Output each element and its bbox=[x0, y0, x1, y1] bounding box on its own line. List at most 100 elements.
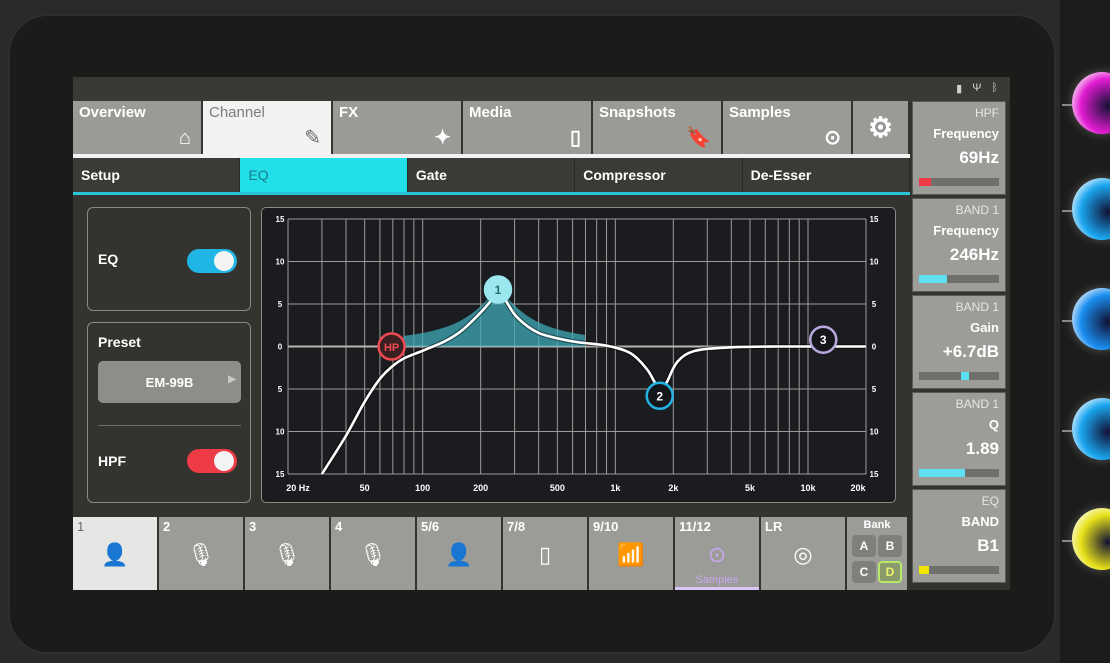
tab-media[interactable]: Media ▯ bbox=[463, 101, 591, 154]
tab-label: Media bbox=[469, 104, 512, 121]
pencil-icon: ✎ bbox=[304, 127, 321, 149]
param-bar-fill bbox=[960, 372, 969, 380]
bank-button-b[interactable]: B bbox=[878, 535, 902, 557]
param-bar bbox=[919, 372, 999, 380]
channel-button[interactable]: 3 🎙 bbox=[245, 517, 329, 590]
subtab-accent-line bbox=[73, 192, 910, 195]
param-name: Gain bbox=[970, 320, 999, 335]
y-tick-label: 5 bbox=[872, 300, 877, 309]
bank-selector: Bank A B C D bbox=[847, 517, 907, 590]
tab-label: Samples bbox=[729, 104, 791, 121]
eq-graph[interactable]: 15 15 10 10 5 5 0 0 5 5 10 10 15 15 20 Hz 50 100 200 500 1k… bbox=[261, 207, 896, 503]
param-name: Q bbox=[988, 417, 999, 432]
channel-button[interactable]: 4 🎙 bbox=[331, 517, 415, 590]
tab-label: Snapshots bbox=[599, 104, 676, 121]
param-bar bbox=[919, 275, 999, 283]
y-tick-label: 15 bbox=[870, 470, 879, 479]
samples-icon: ⊙ bbox=[707, 542, 727, 567]
marker-label: 2 bbox=[656, 389, 663, 403]
settings-button[interactable]: ⚙ bbox=[853, 101, 908, 154]
subtab-compressor[interactable]: Compressor bbox=[575, 158, 743, 192]
preset-label: Preset bbox=[98, 334, 141, 350]
param-card[interactable]: BAND 1 Gain +6.7dB bbox=[912, 295, 1006, 389]
eq-label: EQ bbox=[98, 251, 119, 267]
tab-channel[interactable]: Channel ✎ bbox=[203, 101, 331, 154]
bank-button-d[interactable]: D bbox=[878, 561, 902, 583]
x-tick-label: 50 bbox=[360, 483, 370, 493]
channel-number: 4 bbox=[335, 519, 343, 534]
usb-icon: Ψ bbox=[972, 82, 982, 94]
subtab-label: EQ bbox=[248, 167, 269, 183]
param-value: +6.7dB bbox=[942, 342, 999, 361]
param-bar-fill bbox=[919, 275, 947, 283]
y-tick-label: 15 bbox=[276, 215, 285, 224]
toggle-thumb bbox=[214, 451, 234, 471]
channel-number: 1 bbox=[77, 519, 85, 534]
channel-button[interactable]: 7/8 ▯ bbox=[503, 517, 587, 590]
channel-button[interactable]: 5/6 👤 bbox=[417, 517, 501, 590]
param-card[interactable]: HPF Frequency 69Hz bbox=[912, 101, 1006, 195]
y-tick-label: 5 bbox=[872, 385, 877, 394]
channel-button[interactable]: LR ◎ bbox=[761, 517, 845, 590]
subtab-label: Gate bbox=[415, 167, 447, 183]
phone-icon: ▯ bbox=[538, 542, 552, 567]
tab-overview[interactable]: Overview ⌂ bbox=[73, 101, 201, 154]
x-tick-label: 2k bbox=[668, 483, 679, 493]
top-tabs: Overview ⌂ Channel ✎ FX ✦ Media ▯ Snapshots 🔖 Samp… bbox=[73, 101, 910, 154]
marker-label: HP bbox=[384, 342, 399, 354]
channel-number: 3 bbox=[249, 519, 257, 534]
param-value: 246Hz bbox=[949, 245, 999, 264]
preset-value: EM-99B bbox=[145, 374, 194, 390]
x-tick-label: 200 bbox=[473, 483, 488, 493]
x-tick-label: 500 bbox=[550, 483, 565, 493]
channel-underline bbox=[675, 587, 759, 590]
microphone-icon: 🎙 bbox=[273, 542, 301, 567]
channel-number: 7/8 bbox=[507, 519, 526, 534]
tab-fx[interactable]: FX ✦ bbox=[333, 101, 461, 154]
channel-number: LR bbox=[765, 519, 783, 534]
tab-samples[interactable]: Samples ⊙ bbox=[723, 101, 851, 154]
microphone-icon: 🎙 bbox=[187, 542, 215, 567]
channel-button[interactable]: 11/12 ⊙ Samples bbox=[675, 517, 759, 590]
subtab-setup[interactable]: Setup bbox=[73, 158, 241, 192]
hpf-toggle[interactable] bbox=[187, 449, 237, 473]
param-card[interactable]: BAND 1 Q 1.89 bbox=[912, 392, 1006, 486]
bank-button-label: C bbox=[859, 565, 869, 579]
preset-selector[interactable]: EM-99B ▶ bbox=[98, 361, 241, 403]
tab-snapshots[interactable]: Snapshots 🔖 bbox=[593, 101, 721, 154]
param-card[interactable]: BAND 1 Frequency 246Hz bbox=[912, 198, 1006, 292]
x-tick-label: 20 Hz bbox=[286, 483, 310, 493]
param-bar bbox=[919, 178, 999, 186]
channel-strip: 1 👤 2 🎙 3 🎙 4 🎙 5/6 👤 7/8 ▯ 9/10 📶 11/12 ⊙ Samples LR ◎ Ban… bbox=[73, 517, 1010, 590]
channel-number: 2 bbox=[163, 519, 171, 534]
channel-button[interactable]: 9/10 📶 bbox=[589, 517, 673, 590]
tab-label: FX bbox=[339, 104, 359, 121]
eq-graph-svg[interactable]: 15 1510 105 50 05 510 1015 1520 Hz 50 100 200 500 1k… bbox=[262, 208, 894, 501]
channel-button[interactable]: 2 🎙 bbox=[159, 517, 243, 590]
x-tick-label: 1k bbox=[610, 483, 621, 493]
param-group: BAND 1 bbox=[955, 203, 999, 217]
x-tick-label: 10k bbox=[800, 483, 816, 493]
subtab-gate[interactable]: Gate bbox=[407, 158, 576, 192]
sd-card-icon: ▮ bbox=[956, 83, 963, 95]
param-group: BAND 1 bbox=[955, 300, 999, 314]
y-tick-label: 0 bbox=[872, 343, 877, 352]
status-bar: ▮ Ψ ᛒ bbox=[73, 77, 1010, 101]
bank-button-c[interactable]: C bbox=[852, 561, 876, 583]
param-group: HPF bbox=[975, 106, 999, 120]
y-tick-label: 5 bbox=[278, 385, 283, 394]
x-tick-label: 100 bbox=[415, 483, 430, 493]
chevron-right-icon: ▶ bbox=[228, 374, 236, 385]
knob-tick-mark bbox=[1062, 210, 1072, 212]
bookmark-icon: 🔖 bbox=[686, 127, 711, 149]
bank-button-label: A bbox=[859, 539, 869, 553]
param-value: 1.89 bbox=[965, 439, 999, 458]
channel-button[interactable]: 1 👤 bbox=[73, 517, 157, 590]
person-icon: 👤 bbox=[101, 542, 129, 567]
y-tick-label: 5 bbox=[278, 300, 283, 309]
subtab-eq[interactable]: EQ bbox=[240, 158, 408, 192]
bank-button-a[interactable]: A bbox=[852, 535, 876, 557]
knob-tick-mark bbox=[1062, 104, 1072, 106]
subtab-de-esser[interactable]: De-Esser bbox=[742, 158, 911, 192]
eq-toggle[interactable] bbox=[187, 249, 237, 273]
